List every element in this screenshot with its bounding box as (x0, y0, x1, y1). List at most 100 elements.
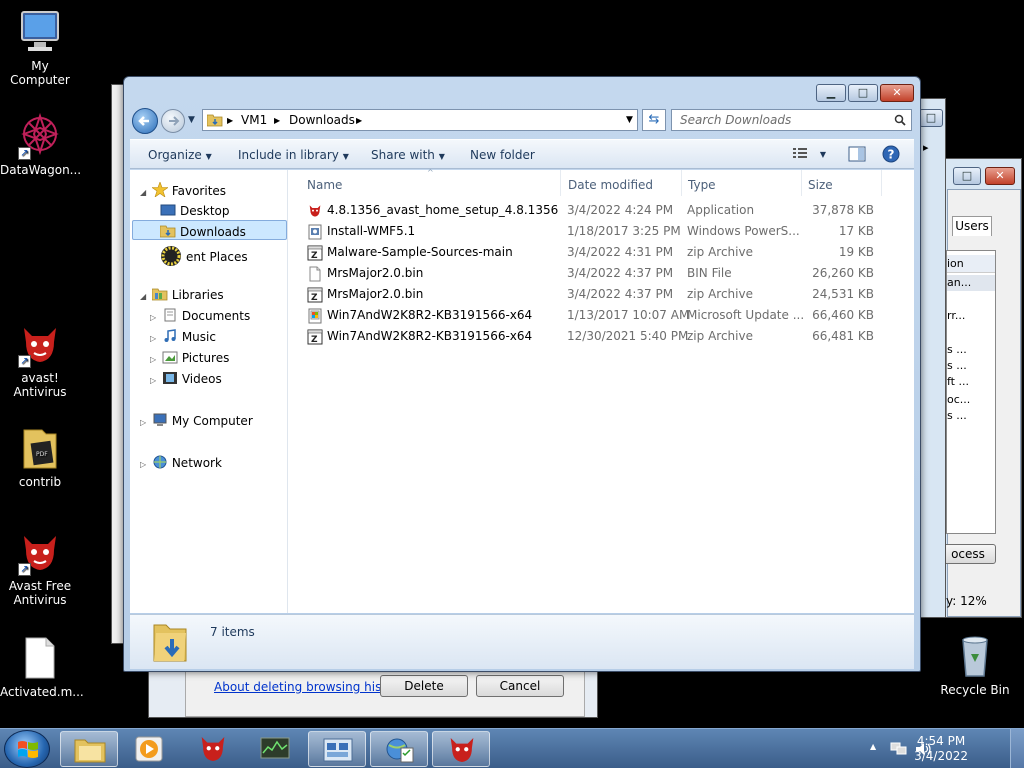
breadcrumb-vm1[interactable]: VM1 (241, 113, 267, 127)
cancel-button[interactable]: Cancel (476, 675, 564, 697)
navigation-pane[interactable]: ◢ Favorites Desktop Downloads ent Places… (130, 170, 288, 613)
close-button[interactable]: ✕ (880, 84, 914, 102)
minimize-button[interactable]: ▁ (816, 84, 846, 102)
network-tray-icon[interactable] (890, 741, 908, 757)
back-button[interactable] (132, 108, 158, 134)
expand-triangle-icon[interactable]: ▷ (150, 313, 158, 322)
process-list[interactable]: ion an... rr... s ... s ... ft ... oc...… (946, 250, 996, 534)
change-view-button[interactable]: ▼ (792, 146, 826, 163)
desktop-icon-contrib[interactable]: PDF contrib (0, 424, 80, 489)
column-date-modified[interactable]: Date modified (568, 178, 653, 192)
share-with-button[interactable]: Share with ▼ (371, 148, 445, 162)
nav-my-computer[interactable]: ▷ My Computer (140, 413, 253, 428)
nav-recent-places[interactable]: ent Places (160, 245, 248, 267)
recent-pages-chevron-icon[interactable]: ▼ (188, 115, 195, 125)
videos-icon (162, 371, 178, 385)
taskbar-avast-button[interactable] (184, 731, 242, 767)
show-hidden-icons-button[interactable]: ▲ (870, 742, 876, 751)
arrow-left-icon (138, 116, 149, 126)
nav-pictures[interactable]: ▷ Pictures (150, 350, 229, 365)
list-item[interactable]: rr... (947, 309, 965, 322)
list-item[interactable]: s ... (947, 359, 967, 372)
system-clock[interactable]: 4:54 PM 3/4/2022 (914, 734, 968, 764)
list-item[interactable]: s ... (947, 409, 967, 422)
file-row[interactable]: Win7AndW2K8R2-KB3191566-x64 1/13/2017 10:… (289, 305, 914, 326)
expand-triangle-icon[interactable]: ▷ (150, 355, 158, 364)
include-in-library-button[interactable]: Include in library ▼ (238, 148, 349, 162)
close-button[interactable]: ✕ (985, 167, 1015, 185)
column-type[interactable]: Type (688, 178, 716, 192)
start-button[interactable] (4, 730, 50, 768)
collapse-triangle-icon[interactable]: ◢ (140, 292, 148, 301)
about-deleting-history-link[interactable]: About deleting browsing history (214, 680, 405, 694)
expand-triangle-icon[interactable]: ▷ (140, 460, 148, 469)
expand-triangle-icon[interactable]: ▷ (150, 334, 158, 343)
explorer-window[interactable]: ▁ □ ✕ ▼ ▶ VM1 ▶ Downloads ▶ ▼ ⇆ Search D… (123, 76, 921, 672)
forward-button[interactable] (161, 109, 185, 133)
column-divider[interactable] (881, 170, 882, 196)
file-row[interactable]: Z MrsMajor2.0.bin 3/4/2022 4:37 PM zip Arch… (289, 284, 914, 305)
desktop-icon-activated[interactable]: Activated.m... (0, 634, 84, 699)
address-bar[interactable]: ▶ VM1 ▶ Downloads ▶ ▼ (202, 109, 638, 131)
view-list-icon (793, 148, 807, 158)
task-manager-window[interactable]: □ ✕ Users ion an... rr... s ... s ... ft… (940, 158, 1022, 618)
nav-favorites[interactable]: ◢ Favorites (140, 181, 226, 198)
file-row[interactable]: Install-WMF5.1 1/18/2017 3:25 PM Windows P… (289, 221, 914, 242)
nav-label: Pictures (181, 351, 230, 365)
taskbar-media-player-button[interactable] (120, 731, 178, 767)
file-row[interactable]: Z Win7AndW2K8R2-KB3191566-x64 12/30/2021 5… (289, 326, 914, 347)
address-dropdown-icon[interactable]: ▼ (626, 115, 633, 125)
search-input[interactable]: Search Downloads (671, 109, 912, 131)
nav-downloads[interactable]: Downloads (159, 224, 246, 239)
nav-videos[interactable]: ▷ Videos (150, 371, 222, 386)
taskbar-avast-window-button[interactable] (432, 731, 490, 767)
expand-triangle-icon[interactable]: ▷ (150, 376, 158, 385)
nav-network[interactable]: ▷ Network (140, 455, 222, 470)
desktop-icon-my-computer[interactable]: My Computer (0, 8, 80, 87)
nav-music[interactable]: ▷ Music (150, 329, 216, 344)
help-button[interactable]: ? (882, 145, 900, 166)
breadcrumb-separator-icon[interactable]: ▶ (356, 116, 362, 125)
desktop-icon-avast-free-antivirus[interactable]: ↗ Avast Free Antivirus (0, 528, 80, 607)
maximize-button[interactable]: □ (848, 84, 878, 102)
breadcrumb-separator-icon[interactable]: ▶ (227, 116, 233, 125)
file-row[interactable]: Z Malware-Sample-Sources-main 3/4/2022 4:3… (289, 242, 914, 263)
taskbar-task-manager-button[interactable] (308, 731, 366, 767)
organize-button[interactable]: Organize ▼ (148, 148, 212, 162)
breadcrumb-separator-icon[interactable]: ▶ (274, 116, 280, 125)
taskbar-explorer-button[interactable] (60, 731, 118, 767)
list-item[interactable]: ft ... (947, 375, 969, 388)
tab-users[interactable]: Users (952, 216, 992, 236)
list-item[interactable]: oc... (947, 393, 970, 406)
column-header[interactable]: ion (947, 255, 995, 273)
column-size[interactable]: Size (808, 178, 833, 192)
nav-documents[interactable]: ▷ Documents (150, 308, 250, 323)
nav-desktop[interactable]: Desktop (160, 203, 230, 218)
collapse-triangle-icon[interactable]: ◢ (140, 188, 148, 197)
column-divider[interactable] (681, 170, 682, 196)
list-item[interactable]: an... (947, 275, 995, 291)
expand-triangle-icon[interactable]: ▷ (140, 418, 148, 427)
desktop-icon-avast-antivirus[interactable]: ↗ avast! Antivirus (0, 320, 80, 399)
desktop-icon-recycle-bin[interactable]: Recycle Bin (935, 632, 1015, 697)
taskbar-network-monitor-button[interactable] (246, 731, 304, 767)
maximize-button[interactable]: □ (953, 167, 981, 185)
column-divider[interactable] (801, 170, 802, 196)
show-desktop-button[interactable] (1010, 729, 1024, 768)
end-process-button[interactable]: ocess (940, 544, 996, 564)
file-row[interactable]: 4.8.1356_avast_home_setup_4.8.1356 3/4/20… (289, 200, 914, 221)
file-row[interactable]: MrsMajor2.0.bin 3/4/2022 4:37 PM BIN File 2… (289, 263, 914, 284)
preview-pane-button[interactable] (848, 146, 866, 165)
desktop-icon-datawagon[interactable]: ↗ DataWagon... (0, 112, 81, 177)
breadcrumb-downloads[interactable]: Downloads (289, 113, 355, 127)
file-list[interactable]: Name ^ Date modified Type Size 4.8.1356_… (289, 168, 914, 613)
taskbar-internet-options-button[interactable] (370, 731, 428, 767)
nav-libraries[interactable]: ◢ Libraries (140, 287, 224, 302)
refresh-button[interactable]: ⇆ (642, 109, 666, 131)
delete-button[interactable]: Delete (380, 675, 468, 697)
new-folder-button[interactable]: New folder (470, 148, 535, 162)
column-name[interactable]: Name (307, 178, 342, 192)
column-divider[interactable] (560, 170, 561, 196)
list-item[interactable]: s ... (947, 343, 967, 356)
maximize-button[interactable]: □ (919, 109, 943, 127)
